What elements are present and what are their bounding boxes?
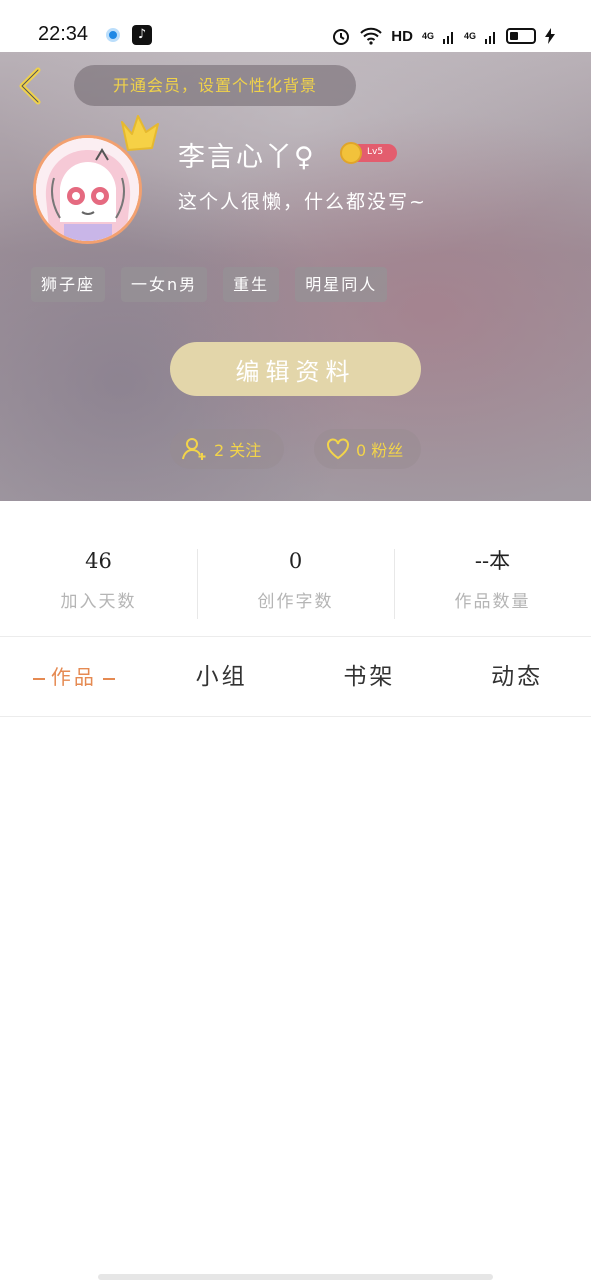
following-button[interactable]: 2 关注 [170, 429, 284, 469]
tab-bookshelf[interactable]: 书架 [296, 655, 444, 700]
signal-label-2: 4G [463, 31, 476, 41]
stat-label: 作品数量 [454, 592, 531, 612]
charging-icon [545, 28, 555, 44]
stat-word-count: 0 创作字数 [197, 545, 394, 620]
heart-icon [327, 438, 349, 460]
status-time: 22:34 [38, 23, 89, 45]
edit-profile-button[interactable]: 编辑资料 [170, 342, 421, 396]
back-button[interactable] [14, 64, 50, 108]
tab-label: 作品 [50, 665, 97, 689]
home-indicator[interactable] [98, 1274, 493, 1280]
status-indicators: HD 4G 4G [331, 25, 555, 47]
tag[interactable]: 一女n男 [121, 267, 208, 302]
profile-header: 开通会员，设置个性化背景 李言心丫♀ Lv5 这个人很懒，什么都没写~ 狮子座 … [0, 52, 591, 501]
fans-count: 0 粉丝 [356, 441, 404, 460]
notification-dot-icon [106, 28, 120, 42]
stat-works-count[interactable]: --本 作品数量 [394, 545, 591, 620]
level-text: Lv5 [367, 147, 384, 157]
stat-value: --本 [474, 549, 511, 573]
wifi-icon [360, 27, 383, 45]
tag[interactable]: 重生 [223, 267, 280, 302]
tag[interactable]: 狮子座 [31, 267, 106, 302]
divider [0, 716, 591, 717]
stat-value: 0 [288, 549, 303, 573]
tab-activity[interactable]: 动态 [443, 655, 591, 700]
alarm-icon [333, 29, 350, 45]
stat-value: 46 [85, 549, 112, 573]
tab-indicator [102, 677, 115, 680]
chevron-left-icon [19, 67, 41, 105]
vip-banner-text: 开通会员，设置个性化背景 [112, 76, 317, 95]
signal-bars-icon [485, 32, 495, 44]
vip-banner[interactable]: 开通会员，设置个性化背景 [74, 65, 356, 106]
coin-icon [340, 142, 362, 164]
signal-label-1: 4G [421, 31, 434, 41]
tag[interactable]: 明星同人 [295, 267, 388, 302]
tab-groups[interactable]: 小组 [148, 655, 296, 700]
stat-label: 创作字数 [257, 592, 334, 612]
avatar-image [36, 138, 139, 241]
battery-icon [506, 28, 536, 44]
stat-label: 加入天数 [60, 592, 137, 612]
stats-row: 46 加入天数 0 创作字数 --本 作品数量 [0, 545, 591, 620]
divider [0, 636, 591, 637]
following-count: 2 关注 [214, 441, 262, 460]
tab-bar: 作品 小组 书架 动态 [0, 655, 591, 700]
status-bar: 22:34 ♪ HD 4G 4G [0, 0, 591, 52]
user-add-icon [182, 438, 206, 460]
tab-indicator [32, 677, 45, 680]
tab-works[interactable]: 作品 [0, 655, 148, 700]
avatar[interactable] [33, 135, 142, 244]
signal-bars-icon [442, 32, 453, 44]
tag-list: 狮子座 一女n男 重生 明星同人 [31, 267, 388, 302]
tiktok-icon: ♪ [132, 25, 152, 45]
tab-label: 小组 [195, 664, 248, 690]
bio: 这个人很懒，什么都没写~ [178, 191, 427, 213]
level-badge: Lv5 [340, 142, 397, 164]
fans-button[interactable]: 0 粉丝 [314, 429, 421, 469]
tab-label: 动态 [491, 664, 544, 690]
tab-label: 书架 [343, 664, 396, 690]
stat-join-days: 46 加入天数 [0, 545, 197, 620]
username: 李言心丫♀ [178, 142, 316, 173]
network-label: HD [391, 27, 413, 45]
